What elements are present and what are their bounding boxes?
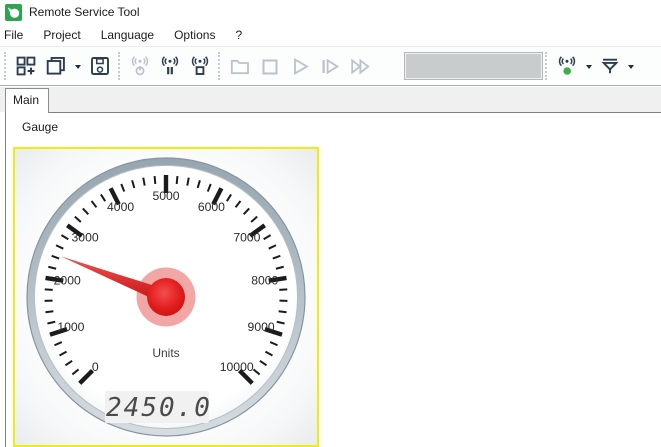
- connection-status-button[interactable]: [552, 51, 582, 81]
- save-icon: [91, 57, 109, 75]
- gauge: 0 1000 2000 3000 4000 5000 6000 7000 8000 9000 100…: [26, 157, 306, 437]
- fast-forward-icon: [351, 58, 370, 75]
- gauge-widget[interactable]: 0 1000 2000 3000 4000 5000 6000 7000 8000 9000 100…: [13, 147, 319, 447]
- add-view-button[interactable]: [11, 51, 41, 81]
- svg-text:0: 0: [92, 360, 99, 374]
- toolbar-grip[interactable]: [545, 52, 549, 80]
- svg-text:1000: 1000: [57, 320, 84, 334]
- svg-text:4000: 4000: [107, 200, 134, 214]
- connection-pause-icon: [161, 56, 179, 75]
- svg-text:2000: 2000: [54, 274, 81, 288]
- app-icon: [5, 3, 22, 21]
- svg-text:8000: 8000: [251, 274, 278, 288]
- playback-play-button[interactable]: [285, 51, 315, 81]
- connection-stop-button[interactable]: [185, 51, 215, 81]
- chevron-down-icon: [75, 64, 81, 72]
- filter-icon: [601, 58, 619, 74]
- gauge-hub: [147, 278, 185, 316]
- chevron-down-icon: [628, 64, 634, 72]
- playback-stop-button[interactable]: [255, 51, 285, 81]
- status-dot-green: [563, 67, 571, 75]
- connection-stop-icon: [191, 56, 209, 75]
- window-title: Remote Service Tool: [29, 5, 140, 19]
- toolbar: [0, 46, 661, 86]
- add-view-icon: [16, 56, 36, 76]
- svg-text:7000: 7000: [233, 230, 260, 244]
- gauge-units-label: Units: [152, 346, 179, 360]
- svg-text:6000: 6000: [198, 200, 225, 214]
- fast-forward-button[interactable]: [345, 51, 375, 81]
- svg-text:5000: 5000: [152, 189, 179, 203]
- toolbar-grip[interactable]: [4, 52, 8, 80]
- play-icon: [294, 58, 309, 75]
- svg-text:9000: 9000: [248, 320, 275, 334]
- step-forward-icon: [322, 58, 340, 75]
- connect-button[interactable]: [125, 51, 155, 81]
- menu-options[interactable]: Options: [164, 25, 225, 45]
- menu-bar: File Project Language Options ?: [0, 24, 661, 46]
- connection-status-icon: [558, 56, 576, 75]
- tab-strip: [0, 87, 661, 112]
- svg-text:10000: 10000: [220, 360, 254, 374]
- tab-page-main: Gauge 0 1000 2000 3000 4000 5000 6000 7000 8000 9…: [5, 112, 661, 447]
- status-display: [404, 52, 543, 80]
- tab-main[interactable]: Main: [5, 88, 49, 113]
- step-forward-button[interactable]: [315, 51, 345, 81]
- cascade-windows-icon: [46, 56, 65, 75]
- connection-status-dropdown[interactable]: [582, 51, 596, 81]
- tab-label: Main: [13, 93, 40, 107]
- open-log-button[interactable]: [225, 51, 255, 81]
- remote-service-tool-window: Remote Service Tool File Project Languag…: [0, 0, 661, 447]
- gauge-group-label: Gauge: [22, 120, 59, 134]
- menu-help[interactable]: ?: [225, 25, 252, 45]
- menu-language[interactable]: Language: [91, 25, 164, 45]
- gauge-lcd-value: 2450.0: [106, 393, 212, 423]
- connection-pause-button[interactable]: [155, 51, 185, 81]
- filter-button[interactable]: [596, 51, 624, 81]
- cascade-windows-button[interactable]: [41, 51, 71, 81]
- filter-dropdown[interactable]: [624, 51, 638, 81]
- menu-project[interactable]: Project: [33, 25, 90, 45]
- cascade-windows-dropdown[interactable]: [71, 51, 85, 81]
- menu-file[interactable]: File: [0, 25, 33, 45]
- folder-icon: [230, 59, 249, 75]
- svg-text:3000: 3000: [72, 230, 99, 244]
- chevron-down-icon: [586, 64, 592, 72]
- toolbar-grip[interactable]: [118, 52, 122, 80]
- title-bar: Remote Service Tool: [0, 0, 661, 24]
- save-button[interactable]: [85, 51, 115, 81]
- toolbar-grip[interactable]: [218, 52, 222, 80]
- stop-icon: [262, 59, 278, 75]
- connect-power-icon: [131, 56, 149, 76]
